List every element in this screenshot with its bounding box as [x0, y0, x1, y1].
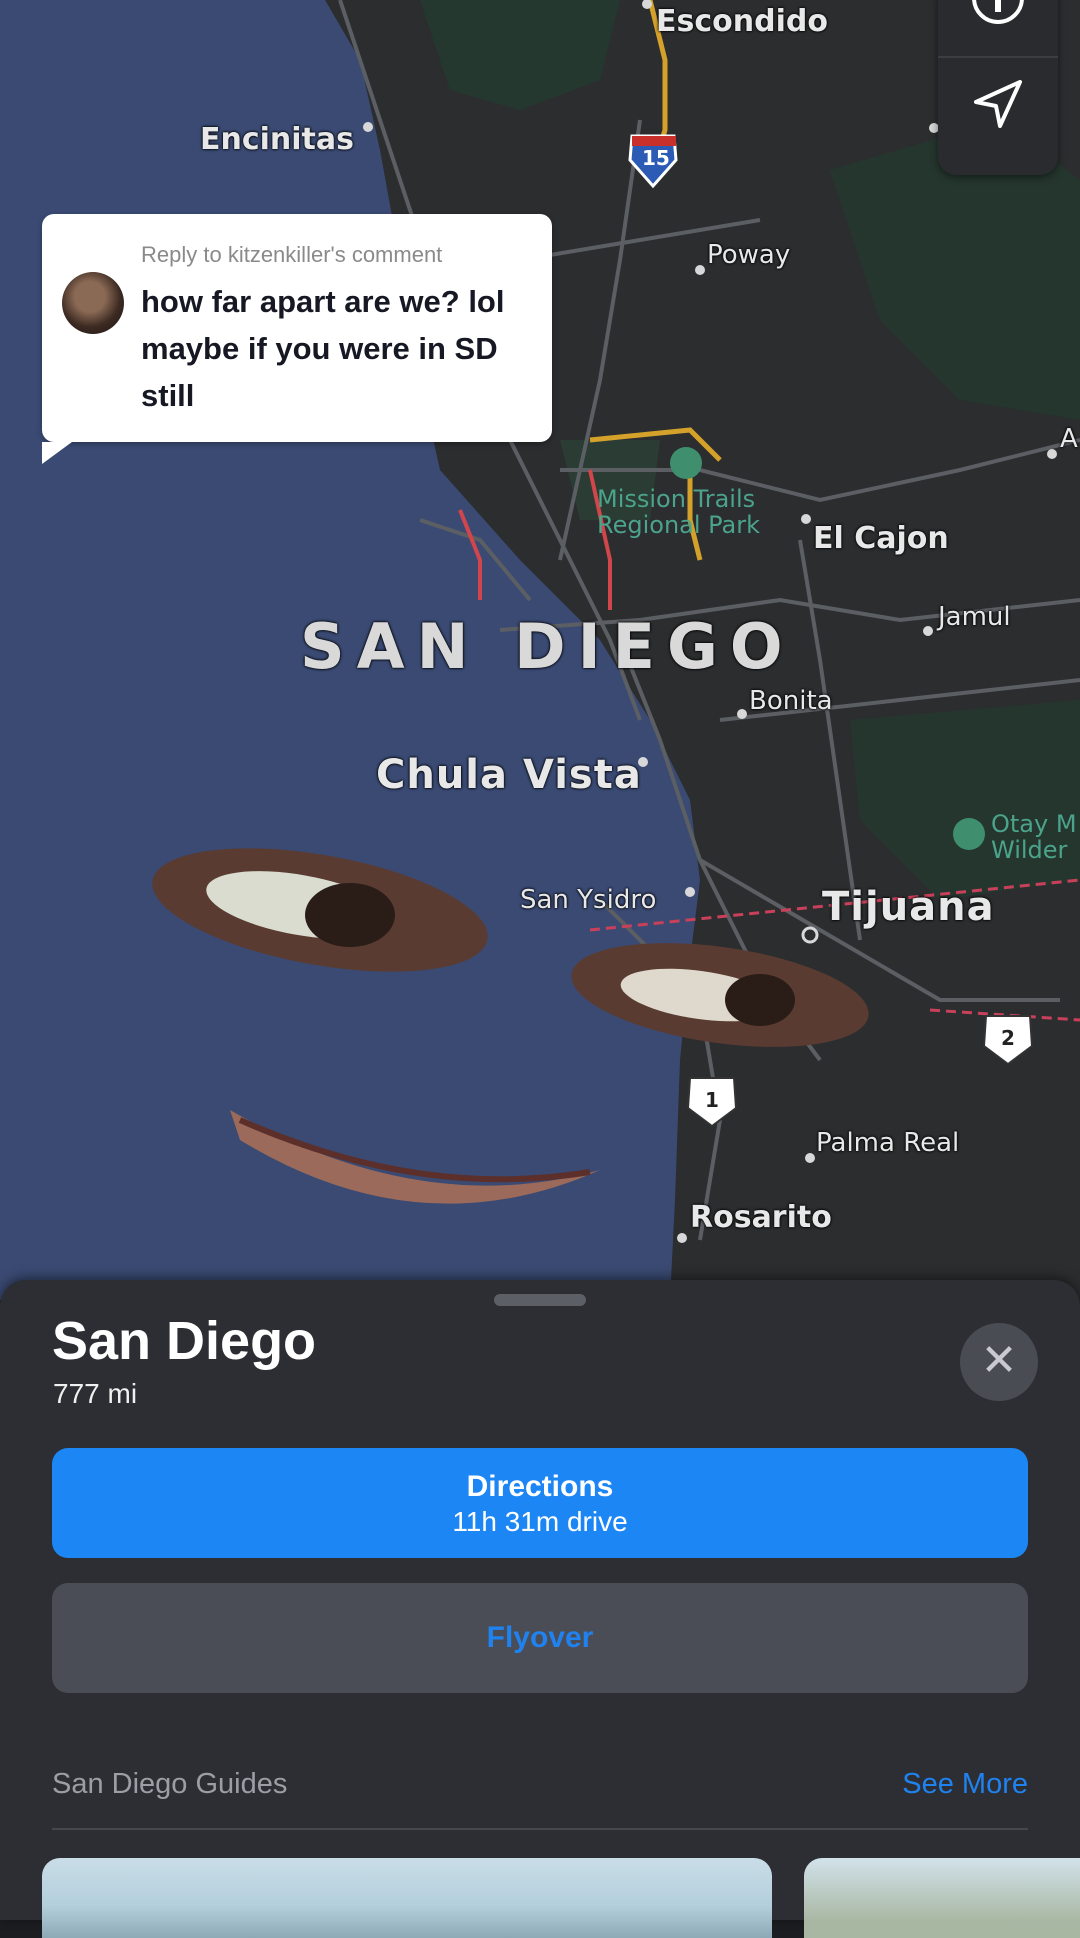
divider	[52, 1828, 1028, 1830]
info-icon	[972, 0, 1024, 24]
map-label-bonita: Bonita	[749, 686, 833, 716]
current-location-button[interactable]	[938, 58, 1058, 175]
avatar	[62, 272, 124, 334]
place-card-sheet: San Diego 777 mi ✕ Directions 11h 31m dr…	[0, 1280, 1080, 1938]
map-label-san-diego: SAN DIEGO	[300, 610, 795, 683]
map-controls	[938, 0, 1058, 175]
directions-button[interactable]: Directions 11h 31m drive	[52, 1448, 1028, 1558]
sheet-grabber-handle[interactable]	[494, 1294, 586, 1306]
map-label-mission-trails: Mission Trails Regional Park	[597, 485, 761, 539]
map-label-poway: Poway	[707, 240, 791, 270]
directions-label: Directions	[466, 1470, 614, 1503]
map-label-otay: Otay M Wilder	[991, 810, 1077, 864]
close-icon: ✕	[980, 1336, 1018, 1385]
map-label-escondido: Escondido	[656, 4, 828, 39]
close-button[interactable]: ✕	[960, 1323, 1038, 1401]
guides-section-title: San Diego Guides	[52, 1768, 288, 1800]
reply-to-label: Reply to kitzenkiller's comment	[141, 242, 443, 267]
place-distance: 777 mi	[53, 1378, 138, 1409]
map-label-el-cajon: El Cajon	[813, 521, 949, 556]
shield-r1-label: 1	[705, 1088, 719, 1112]
place-title: San Diego	[52, 1311, 317, 1371]
comment-reply-bubble: Reply to kitzenkiller's comment how far …	[42, 214, 552, 464]
map-label-palma-real: Palma Real	[816, 1128, 960, 1158]
map-label-tijuana: Tijuana	[822, 884, 995, 930]
flyover-button[interactable]: Flyover	[52, 1583, 1028, 1693]
map-label-san-ysidro: San Ysidro	[520, 885, 657, 915]
directions-time: 11h 31m drive	[452, 1506, 628, 1537]
map-label-edge-a: A	[1060, 424, 1078, 454]
shield-i15-label: 15	[642, 146, 670, 170]
see-more-link[interactable]: See More	[902, 1768, 1028, 1801]
shield-r2-label: 2	[1001, 1026, 1015, 1050]
map-label-jamul: Jamul	[938, 602, 1011, 632]
info-button[interactable]	[938, 0, 1058, 56]
comment-message: how far apart are we? lol maybe if you w…	[141, 284, 505, 413]
location-arrow-icon	[974, 80, 1022, 128]
map-label-rosarito: Rosarito	[690, 1200, 832, 1235]
map-label-chula-vista: Chula Vista	[376, 752, 642, 798]
map-label-encinitas: Encinitas	[200, 122, 354, 157]
guide-card[interactable]	[804, 1858, 1080, 1938]
guide-card[interactable]	[42, 1858, 772, 1938]
